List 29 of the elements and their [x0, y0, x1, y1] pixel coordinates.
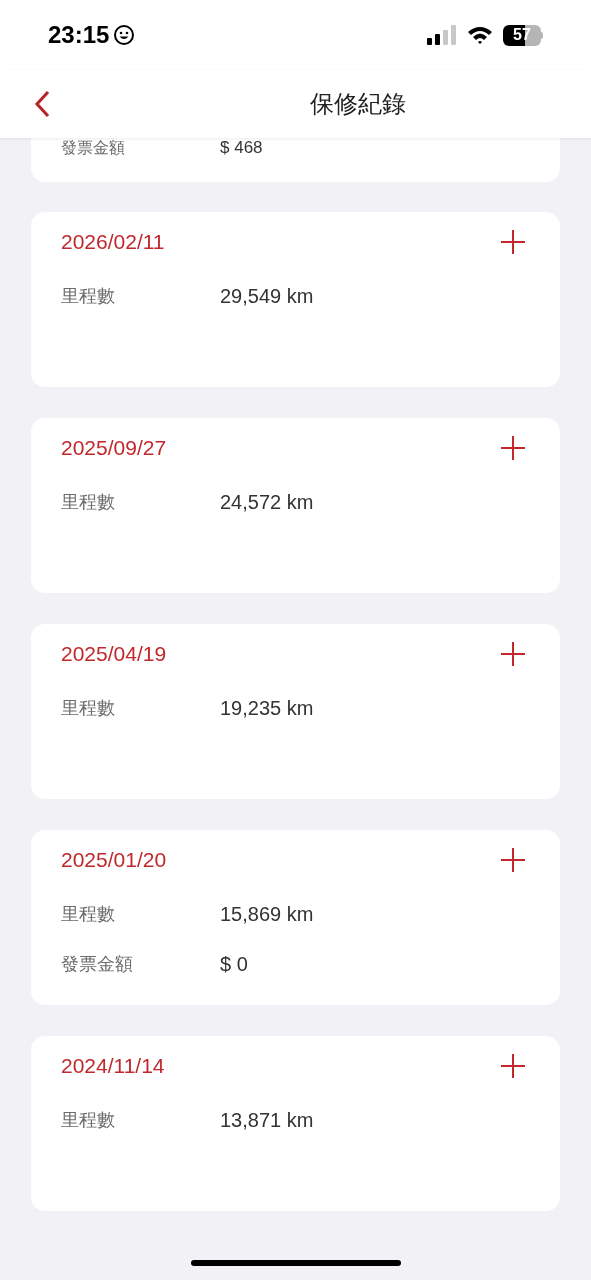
field-value: 24,572 km [220, 490, 314, 515]
smiley-icon [113, 24, 136, 46]
clock: 23:15 [48, 20, 110, 50]
page-title: 保修紀錄 [310, 89, 406, 119]
field-label: 里程數 [61, 902, 116, 926]
field-label: 發票金額 [61, 138, 126, 158]
field-value: 19,235 km [220, 696, 314, 721]
record-date: 2025/04/19 [61, 641, 167, 668]
field-label: 里程數 [61, 1108, 116, 1132]
field-label: 里程數 [61, 490, 116, 514]
field-label: 發票金額 [61, 952, 134, 976]
expand-button[interactable] [500, 641, 526, 667]
field-label: 里程數 [61, 284, 116, 308]
record-date: 2025/09/27 [61, 435, 167, 462]
record-date: 2024/11/14 [61, 1053, 165, 1080]
field-label: 里程數 [61, 696, 116, 720]
record-date: 2025/01/20 [61, 847, 167, 874]
expand-button[interactable] [500, 847, 526, 873]
field-value: 13,871 km [220, 1108, 314, 1133]
wifi-icon [467, 25, 493, 45]
expand-button[interactable] [500, 229, 526, 255]
field-value: 29,549 km [220, 284, 314, 309]
field-value: $ 468 [220, 137, 263, 160]
expand-button[interactable] [500, 435, 526, 461]
field-value: 15,869 km [220, 902, 314, 927]
expand-button[interactable] [500, 1053, 526, 1079]
field-value: $ 0 [220, 952, 248, 977]
signal-icon [427, 25, 457, 45]
record-date: 2026/02/11 [61, 229, 165, 256]
